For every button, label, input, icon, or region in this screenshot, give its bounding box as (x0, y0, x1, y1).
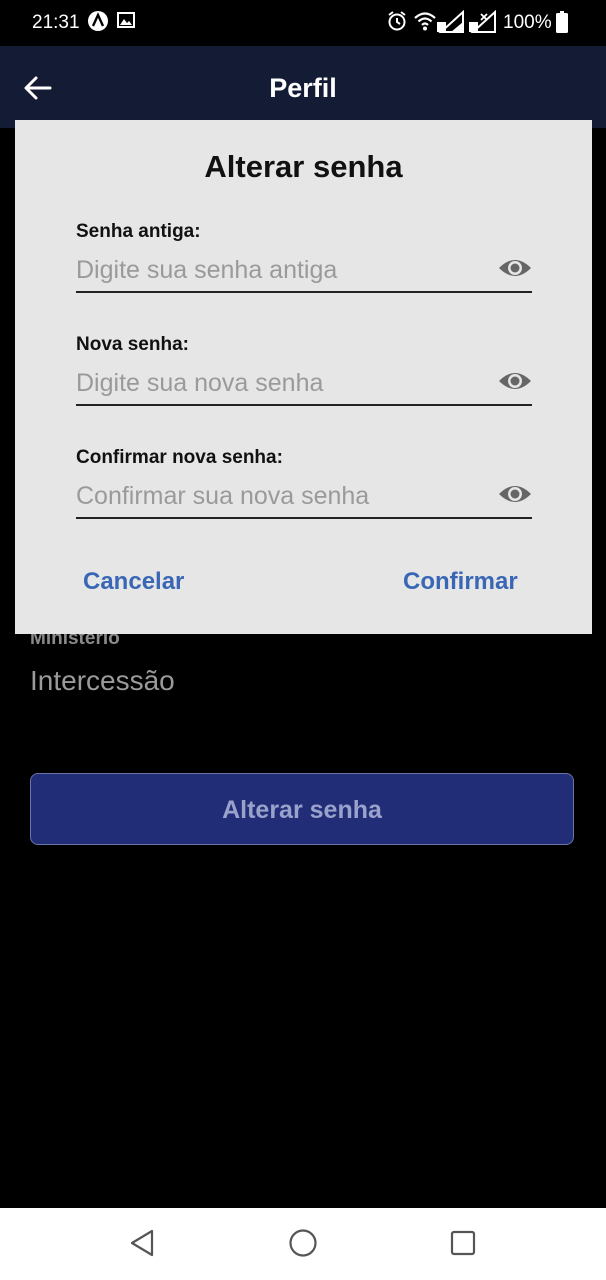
alarm-icon (388, 11, 406, 31)
image-icon (117, 12, 135, 28)
battery-percent: 100% (503, 12, 552, 33)
confirm-password-input[interactable] (76, 479, 476, 513)
eye-icon[interactable] (498, 368, 532, 394)
old-password-group: Senha antiga: (76, 221, 532, 293)
eye-icon[interactable] (498, 481, 532, 507)
home-circle-icon[interactable] (288, 1228, 318, 1258)
dialog-title: Alterar senha (204, 149, 403, 184)
old-password-label: Senha antiga: (76, 221, 201, 242)
page-title: Perfil (269, 73, 337, 103)
confirm-button[interactable]: Confirmar (403, 568, 518, 596)
new-password-input[interactable] (76, 366, 476, 400)
confirm-password-row (76, 475, 532, 519)
old-password-row (76, 249, 532, 293)
status-time: 21:31 (32, 12, 80, 33)
eye-icon[interactable] (498, 255, 532, 281)
change-password-button[interactable]: Alterar senha (30, 773, 574, 845)
status-bar: 21:31 100% (0, 0, 606, 46)
system-nav-bar (0, 1208, 606, 1280)
confirm-password-group: Confirmar nova senha: (76, 447, 532, 519)
recents-square-icon[interactable] (449, 1228, 477, 1258)
battery-icon (556, 11, 568, 33)
new-password-row (76, 362, 532, 406)
signal-icon (469, 10, 496, 33)
new-password-label: Nova senha: (76, 334, 189, 355)
app-notification-icon (88, 11, 108, 31)
old-password-input[interactable] (76, 253, 476, 287)
signal-icon (437, 10, 464, 33)
ministry-value: Intercessão (30, 665, 175, 696)
cancel-button[interactable]: Cancelar (83, 568, 184, 596)
new-password-group: Nova senha: (76, 334, 532, 406)
app-bar: Perfil (0, 46, 606, 128)
wifi-icon (414, 12, 436, 31)
confirm-password-label: Confirmar nova senha: (76, 447, 283, 468)
back-triangle-icon[interactable] (128, 1228, 156, 1258)
change-password-dialog: Alterar senha Senha antiga: Nova senha: … (15, 120, 592, 634)
